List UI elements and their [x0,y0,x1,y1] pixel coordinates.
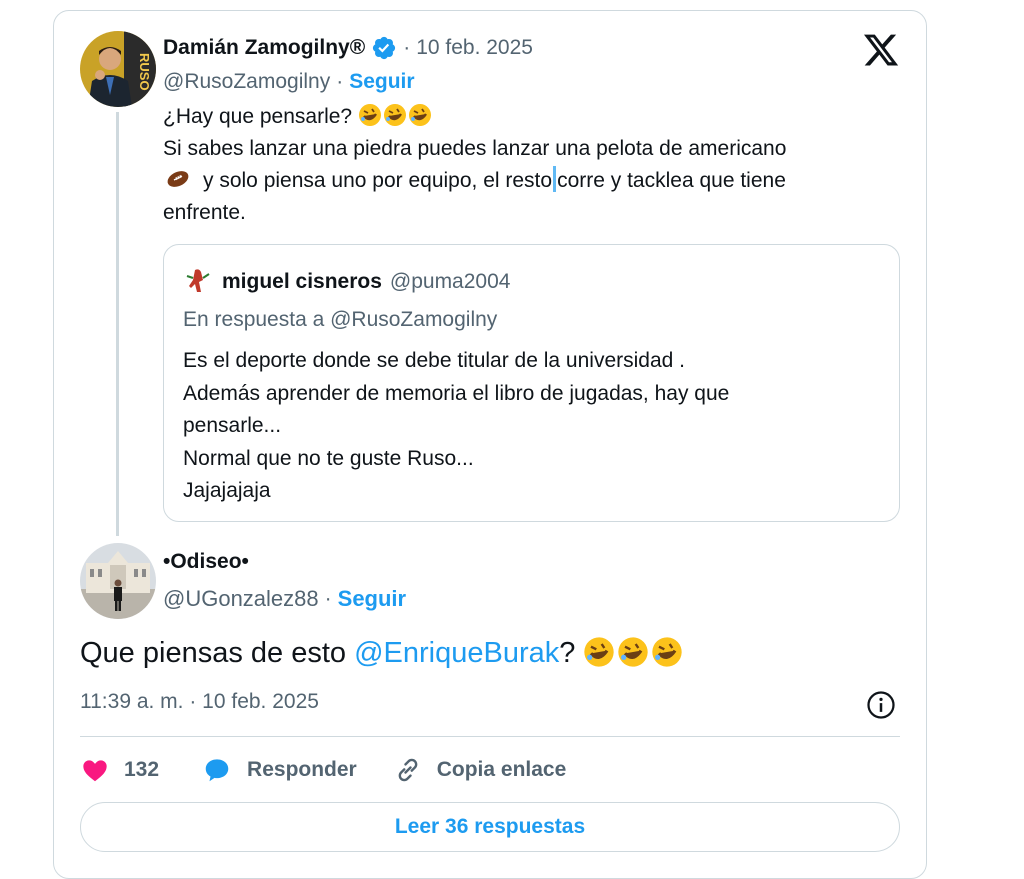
info-icon[interactable] [866,690,896,720]
verified-badge-icon [373,36,396,60]
rofl-emoji-icon [618,637,649,667]
divider [80,736,900,737]
avatar-odiseo[interactable] [80,543,156,619]
main-handle-row: @UGonzalez88 · Seguir [163,586,407,612]
avatar-damian[interactable]: RUSO [80,31,156,107]
quoted-tweet-text: Es el deporte donde se debe titular de l… [183,349,730,502]
mention-link[interactable]: @EnriqueBurak [354,637,559,669]
main-author-handle[interactable]: @UGonzalez88 [163,586,319,612]
parent-name-row: Damián Zamogilny® · 10 feb. 2025 [163,36,533,60]
author-handle[interactable]: @RusoZamogilny [163,70,330,94]
reply-context: En respuesta a @RusoZamogilny [183,308,498,331]
avatar-miguel[interactable] [183,266,213,296]
quoted-author-handle[interactable]: @puma2004 [390,270,511,294]
quoted-author-name[interactable]: miguel cisneros [222,270,382,294]
thread-line [116,112,119,536]
x-logo-icon[interactable] [862,31,900,69]
reply-label: Responder [247,758,357,781]
parent-handle-row: @RusoZamogilny · Seguir [163,70,415,94]
link-icon [398,758,418,782]
text-cursor [553,166,557,192]
follow-button[interactable]: Seguir [349,70,414,94]
rofl-emoji-icon [383,104,406,126]
quoted-name-row: miguel cisneros @puma2004 [222,266,510,298]
author-name[interactable]: Damián Zamogilny® [163,36,365,60]
parent-tweet-text: ¿Hay que pensarle? Si sabes lanzar una p… [163,101,903,229]
rofl-emoji-icon [408,104,431,126]
like-count: 132 [124,758,160,781]
follow-button-main[interactable]: Seguir [338,586,406,612]
heart-icon [83,760,107,782]
copy-link-label: Copia enlace [436,758,567,781]
svg-text:RUSO: RUSO [137,53,152,91]
main-tweet-text: Que piensas de esto @EnriqueBurak? [80,636,685,670]
action-bar: 132 Responder Copia enlace [80,752,566,788]
tweet-date[interactable]: 10 feb. 2025 [416,36,533,60]
copy-link-button[interactable]: Copia enlace [393,755,567,785]
like-button[interactable]: 132 [80,756,159,784]
reply-button[interactable]: Responder [201,755,357,785]
football-emoji-icon [167,171,189,187]
rofl-emoji-icon [584,637,615,667]
rofl-emoji-icon [652,637,683,667]
rofl-emoji-icon [358,104,381,126]
laughing-emoji-group [583,637,685,669]
main-author-name[interactable]: •Odiseo• [163,550,249,574]
tweet-timestamp[interactable]: 11:39 a. m. · 10 feb. 2025 [80,690,319,714]
read-replies-button[interactable]: Leer 36 respuestas [80,802,900,852]
laughing-emoji-group [358,104,433,128]
reply-bubble-icon [205,759,229,782]
